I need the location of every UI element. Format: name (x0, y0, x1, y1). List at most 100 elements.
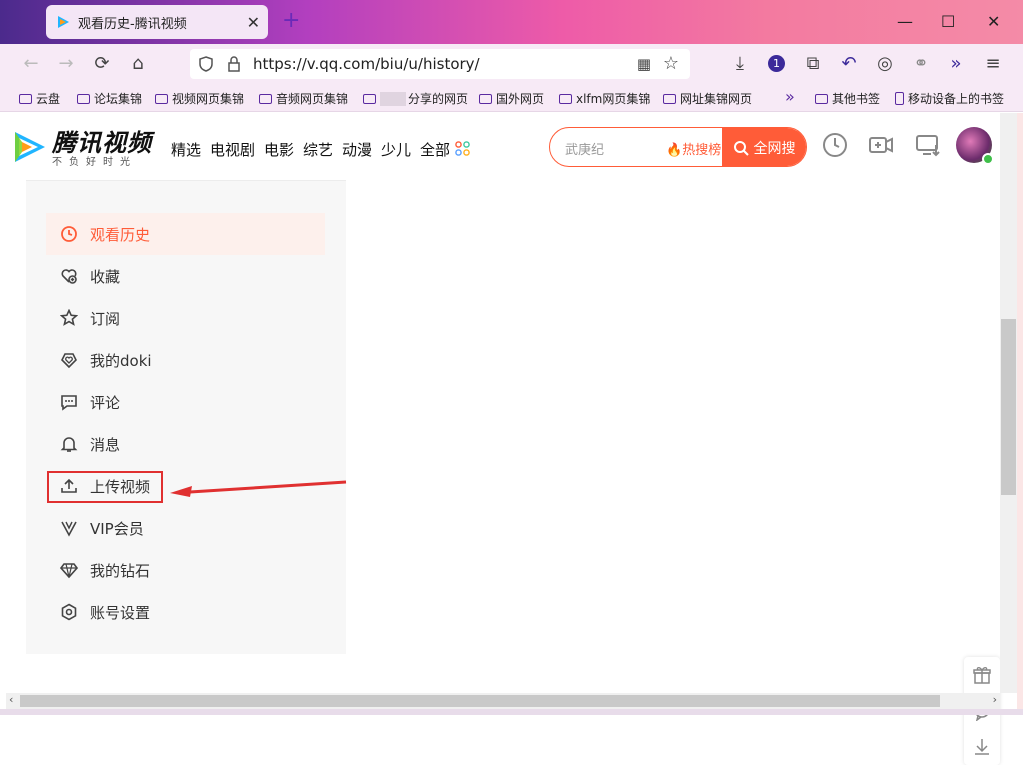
qr-code-icon[interactable]: ▦ (633, 53, 655, 75)
browser-tab[interactable]: 观看历史-腾讯视频 ✕ (46, 5, 268, 39)
scroll-left-icon[interactable]: ‹ (9, 693, 13, 706)
sidebar-item-doki[interactable]: 我的doki (46, 339, 325, 381)
bookmark-item[interactable]: 网址集锦网页 (663, 90, 752, 107)
sidebar-item-subscribe[interactable]: 订阅 (46, 297, 325, 339)
folder-icon (155, 93, 168, 104)
title-bar: 观看历史-腾讯视频 ✕ + — ☐ ✕ (0, 0, 1023, 44)
tab-close-icon[interactable]: ✕ (247, 13, 260, 32)
home-icon[interactable]: ⌂ (127, 53, 149, 75)
undo-icon[interactable]: ↶ (838, 53, 860, 75)
app-download-icon[interactable] (972, 737, 992, 757)
navigation-bar: ← → ⟳ ⌂ https://v.qq.com/biu/u/history/ … (0, 44, 1023, 84)
back-icon[interactable]: ← (20, 53, 42, 75)
bookmark-item[interactable]: 移动设备上的书签 (895, 90, 1004, 107)
site-header: 腾讯视频 不负好时光 精选 电视剧 电影 综艺 动漫 少儿 全部 武庚纪 🔥热搜… (6, 113, 1000, 179)
horizontal-scrollbar[interactable]: ‹ › (6, 693, 1000, 709)
folder-icon (77, 93, 90, 104)
heart-diamond-icon (61, 353, 77, 369)
diamond-icon (60, 563, 78, 579)
nav-item[interactable]: 综艺 (303, 139, 333, 160)
folder-icon (259, 93, 272, 104)
right-edge-strip (1017, 113, 1023, 713)
nav-item[interactable]: 电影 (264, 139, 294, 160)
minimize-icon[interactable]: — (897, 12, 913, 31)
menu-icon[interactable]: ≡ (982, 53, 1004, 75)
window-bottom-border (0, 709, 1023, 715)
annotation-arrow-icon (170, 480, 347, 497)
clock-icon (61, 226, 77, 242)
search-button[interactable]: 全网搜 (722, 128, 806, 166)
folder-icon (815, 93, 828, 104)
tencent-video-favicon (58, 16, 69, 28)
bookmark-item[interactable]: xlfm网页集锦 (559, 90, 650, 107)
crop-icon[interactable]: ⧉ (802, 53, 824, 75)
hot-search-link[interactable]: 🔥热搜榜 (666, 139, 721, 158)
tencent-video-logo-icon[interactable] (12, 129, 48, 165)
sidebar-item-settings[interactable]: 账号设置 (46, 591, 325, 633)
bookmark-item[interactable]: 分享的网页 (363, 90, 468, 107)
horizontal-scroll-thumb[interactable] (20, 695, 940, 707)
sidebar: 观看历史 收藏 订阅 我的doki 评论 消息 上传视频 VIP会员 我的钻石 … (26, 181, 346, 654)
nav-item[interactable]: 精选 (171, 139, 201, 160)
bookmark-item[interactable]: 音频网页集锦 (259, 90, 348, 107)
search-icon (733, 141, 749, 156)
nav-item[interactable]: 电视剧 (210, 139, 255, 160)
heart-plus-icon (61, 269, 77, 284)
new-tab-icon[interactable]: + (282, 8, 300, 33)
annotation-highlight-box (47, 471, 163, 503)
shield-icon[interactable] (198, 56, 214, 72)
phone-icon (895, 92, 904, 105)
folder-icon (363, 93, 376, 104)
sidebar-item-messages[interactable]: 消息 (46, 423, 325, 465)
bookmark-item[interactable]: 其他书签 (815, 90, 880, 107)
bookmark-star-icon[interactable]: ☆ (660, 53, 682, 75)
bookmarks-overflow-icon[interactable]: » (785, 87, 795, 106)
sidebar-item-diamonds[interactable]: 我的钻石 (46, 549, 325, 591)
sidebar-item-favorites[interactable]: 收藏 (46, 255, 325, 297)
extension-badge-icon[interactable]: 1 (768, 55, 785, 72)
folder-icon (663, 93, 676, 104)
client-download-icon[interactable] (914, 131, 942, 159)
bookmark-item[interactable]: 国外网页 (479, 90, 544, 107)
scroll-right-icon[interactable]: › (993, 693, 997, 706)
folder-icon (479, 93, 492, 104)
create-video-icon[interactable] (867, 131, 895, 159)
online-status-icon (982, 153, 994, 165)
close-window-icon[interactable]: ✕ (987, 12, 1000, 31)
reload-icon[interactable]: ⟳ (91, 53, 113, 75)
folder-icon (19, 93, 32, 104)
sidebar-item-history[interactable]: 观看历史 (46, 213, 325, 255)
history-clock-icon[interactable] (821, 131, 849, 159)
url-text: https://v.qq.com/biu/u/history/ (253, 55, 480, 73)
tab-title: 观看历史-腾讯视频 (78, 16, 187, 32)
settings-icon (61, 603, 77, 621)
nav-item[interactable]: 少儿 (381, 139, 411, 160)
vertical-scrollbar[interactable] (1000, 113, 1017, 693)
address-bar[interactable]: https://v.qq.com/biu/u/history/ ▦ ☆ (190, 49, 690, 79)
page-content: 腾讯视频 不负好时光 精选 电视剧 电影 综艺 动漫 少儿 全部 武庚纪 🔥热搜… (0, 113, 1023, 765)
vertical-scroll-thumb[interactable] (1001, 319, 1016, 495)
maximize-icon[interactable]: ☐ (941, 12, 955, 31)
all-grid-icon[interactable] (455, 141, 470, 156)
bookmark-item[interactable]: 视频网页集锦 (155, 90, 244, 107)
more-tools-icon[interactable]: » (945, 53, 967, 75)
logo-slogan: 不负好时光 (52, 157, 137, 168)
download-icon[interactable]: ⤓ (729, 53, 751, 75)
nav-item[interactable]: 动漫 (342, 139, 372, 160)
lock-icon[interactable] (227, 56, 241, 72)
bookmark-item[interactable]: 云盘 (19, 90, 60, 107)
fire-icon: 🔥 (666, 143, 683, 158)
gift-icon[interactable] (972, 665, 992, 685)
sidebar-item-vip[interactable]: VIP会员 (46, 507, 325, 549)
sidebar-item-comments[interactable]: 评论 (46, 381, 325, 423)
comment-icon (61, 395, 77, 411)
folder-icon (559, 93, 572, 104)
extension-icon[interactable]: ◎ (874, 53, 896, 75)
search-box[interactable]: 武庚纪 🔥热搜榜 全网搜 (549, 127, 807, 167)
search-input[interactable]: 武庚纪 (565, 139, 604, 158)
blurred-text (380, 91, 406, 106)
nav-item[interactable]: 全部 (420, 139, 450, 160)
extension2-icon[interactable]: ⚭ (910, 53, 932, 75)
bookmark-item[interactable]: 论坛集锦 (77, 90, 142, 107)
forward-icon[interactable]: → (55, 53, 77, 75)
